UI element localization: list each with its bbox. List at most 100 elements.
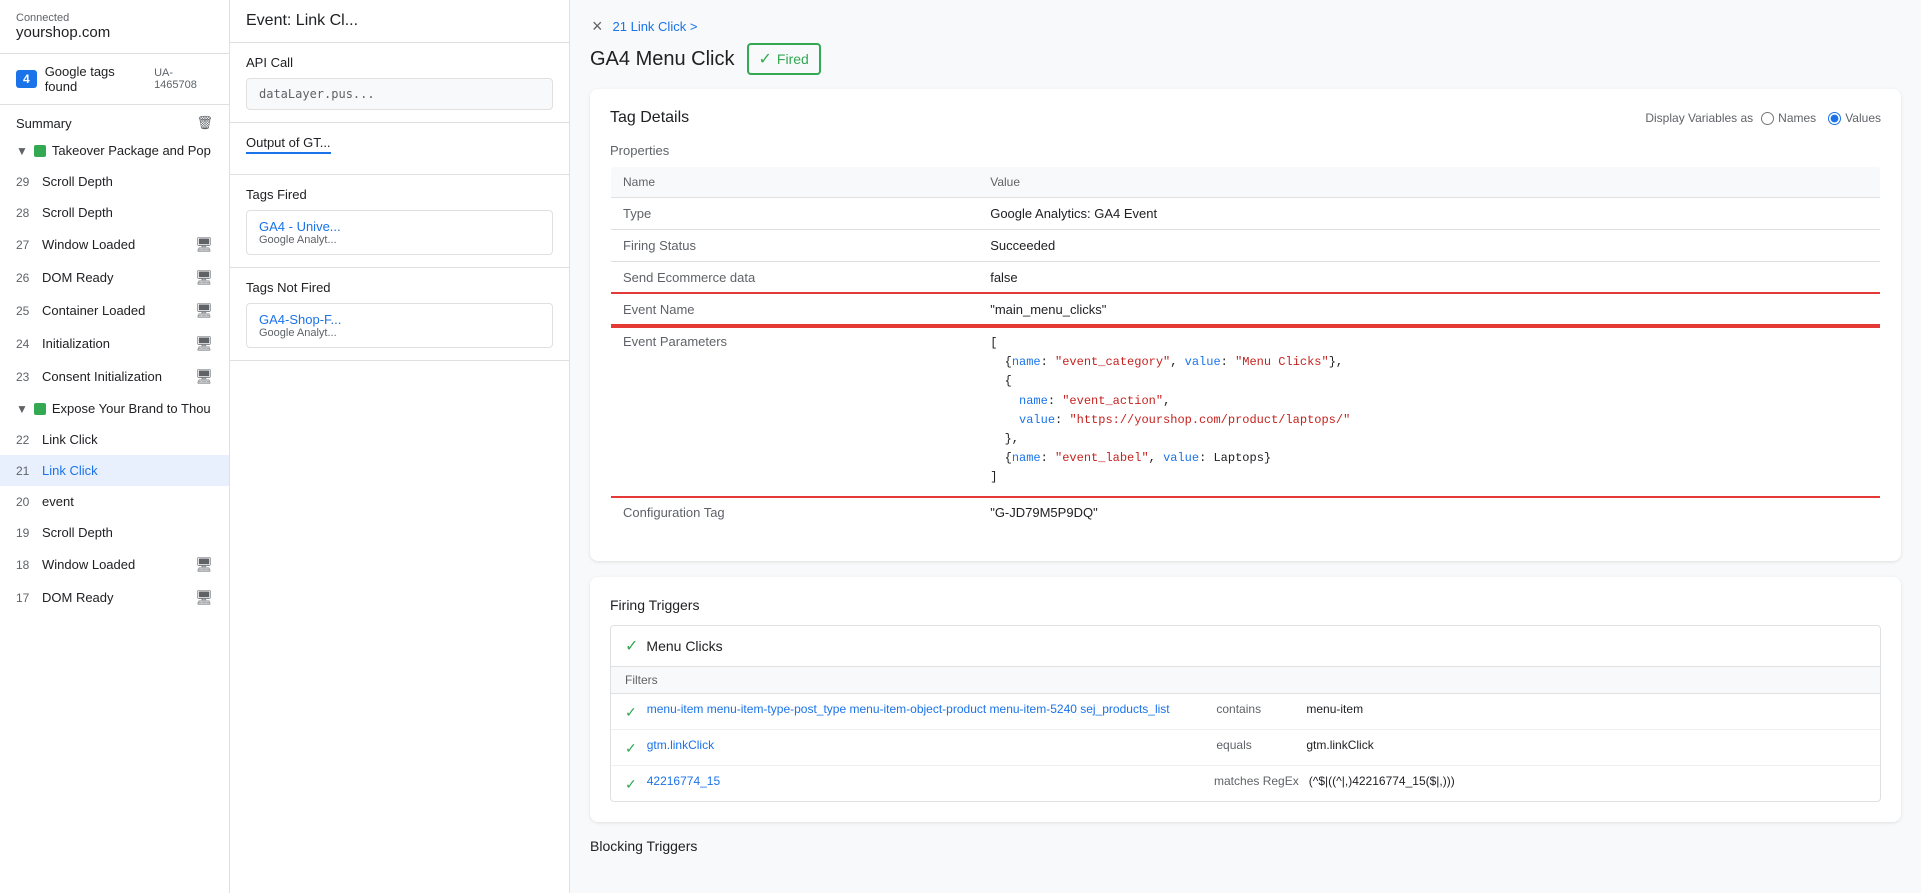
item-label: DOM Ready bbox=[42, 590, 189, 605]
section-takeover-label: Takeover Package and Pop bbox=[52, 143, 213, 158]
names-radio-label[interactable]: Names bbox=[1761, 111, 1816, 125]
sidebar-item-25[interactable]: 25 Container Loaded 🖥 bbox=[0, 294, 229, 327]
prop-value-ecommerce: false bbox=[978, 262, 1880, 294]
blocking-triggers-title: Blocking Triggers bbox=[570, 838, 1921, 854]
filter-operator-2: equals bbox=[1216, 738, 1296, 752]
col-name-header: Name bbox=[611, 167, 979, 198]
sidebar-item-29[interactable]: 29 Scroll Depth bbox=[0, 166, 229, 197]
trigger-header: ✓ Menu Clicks bbox=[611, 626, 1880, 667]
sidebar-item-17[interactable]: 17 DOM Ready 🖥 bbox=[0, 581, 229, 614]
trigger-name: Menu Clicks bbox=[646, 638, 722, 654]
sidebar-item-28[interactable]: 28 Scroll Depth bbox=[0, 197, 229, 228]
values-radio[interactable] bbox=[1828, 112, 1841, 125]
summary-label: Summary bbox=[16, 116, 72, 131]
prop-name-event-name: Event Name bbox=[611, 294, 979, 326]
output-section: Output of GT... bbox=[230, 123, 569, 175]
filter-value-2: gtm.linkClick bbox=[647, 738, 1207, 752]
event-title: Event: Link Cl... bbox=[246, 12, 553, 30]
sidebar-item-22[interactable]: 22 Link Click bbox=[0, 424, 229, 455]
sidebar-item-18[interactable]: 18 Window Loaded 🖥 bbox=[0, 548, 229, 581]
values-label: Values bbox=[1845, 111, 1881, 125]
prop-value-config-tag: "G-JD79M5P9DQ" bbox=[978, 496, 1880, 528]
trash-icon[interactable]: 🗑 bbox=[196, 115, 213, 131]
tag-details-card: Tag Details Display Variables as Names V… bbox=[590, 89, 1901, 561]
api-call-value: dataLayer.pus... bbox=[246, 78, 553, 110]
filters-label: Filters bbox=[611, 667, 1880, 694]
item-label: Consent Initialization bbox=[42, 369, 189, 384]
sidebar-header: Connected yourshop.com bbox=[0, 0, 229, 54]
table-row-ecommerce: Send Ecommerce data false bbox=[611, 262, 1881, 294]
tags-found-bar: 4 Google tags found UA-1465708 bbox=[0, 54, 229, 105]
item-label: Scroll Depth bbox=[42, 205, 213, 220]
section-expose[interactable]: ▼ Expose Your Brand to Thou bbox=[0, 393, 229, 424]
sidebar-item-20[interactable]: 20 event bbox=[0, 486, 229, 517]
item-label: Container Loaded bbox=[42, 303, 189, 318]
monitor-icon: 🖥 bbox=[195, 335, 213, 352]
tag-item-ga4-shop[interactable]: GA4-Shop-F... Google Analyt... bbox=[246, 303, 553, 348]
trigger-check-icon: ✓ bbox=[625, 636, 638, 656]
fired-label: Fired bbox=[777, 51, 809, 67]
item-num: 23 bbox=[16, 370, 36, 384]
filter-row-1: ✓ menu-item menu-item-type-post_type men… bbox=[611, 694, 1880, 730]
tag-details-title: Tag Details bbox=[610, 109, 689, 127]
item-label: event bbox=[42, 494, 213, 509]
item-num: 27 bbox=[16, 238, 36, 252]
monitor-icon: 🖥 bbox=[195, 368, 213, 385]
filter-match-3: (^$|((^|,)42216774_15($|,))) bbox=[1309, 774, 1866, 788]
section-takeover[interactable]: ▼ Takeover Package and Pop bbox=[0, 135, 229, 166]
table-row-type: Type Google Analytics: GA4 Event bbox=[611, 198, 1881, 230]
names-label: Names bbox=[1778, 111, 1816, 125]
properties-table: Name Value Type Google Analytics: GA4 Ev… bbox=[610, 166, 1881, 529]
tags-fired-section: Tags Fired GA4 - Unive... Google Analyt.… bbox=[230, 175, 569, 268]
item-num: 22 bbox=[16, 433, 36, 447]
table-row-firing: Firing Status Succeeded bbox=[611, 230, 1881, 262]
sidebar-item-21[interactable]: 21 Link Click bbox=[0, 455, 229, 486]
filter-operator-3: matches RegEx bbox=[1214, 774, 1299, 788]
output-underline-label: Output of GT... bbox=[246, 135, 331, 154]
domain-text: yourshop.com bbox=[16, 24, 213, 41]
filter-row-2: ✓ gtm.linkClick equals gtm.linkClick bbox=[611, 730, 1880, 766]
tags-not-fired-label: Tags Not Fired bbox=[246, 280, 553, 295]
sidebar-item-23[interactable]: 23 Consent Initialization 🖥 bbox=[0, 360, 229, 393]
filter-match-2: gtm.linkClick bbox=[1306, 738, 1866, 752]
detail-title-row: GA4 Menu Click ✓ Fired bbox=[570, 43, 1921, 89]
prop-value-firing: Succeeded bbox=[978, 230, 1880, 262]
close-button[interactable]: × bbox=[590, 14, 605, 39]
properties-section: Properties Name Value Type Google Analyt… bbox=[610, 143, 1881, 529]
sidebar-item-24[interactable]: 24 Initialization 🖥 bbox=[0, 327, 229, 360]
api-call-label: API Call bbox=[246, 55, 553, 70]
summary-header: Summary 🗑 bbox=[0, 105, 229, 135]
detail-title: GA4 Menu Click bbox=[590, 48, 735, 71]
tag-item-ga4-unive[interactable]: GA4 - Unive... Google Analyt... bbox=[246, 210, 553, 255]
monitor-icon: 🖥 bbox=[195, 269, 213, 286]
values-radio-label[interactable]: Values bbox=[1828, 111, 1881, 125]
prop-value-event-params: [ {name: "event_category", value: "Menu … bbox=[978, 326, 1880, 497]
radio-group: Names Values bbox=[1761, 111, 1881, 125]
names-radio[interactable] bbox=[1761, 112, 1774, 125]
monitor-icon: 🖥 bbox=[195, 589, 213, 606]
item-num: 17 bbox=[16, 591, 36, 605]
item-num: 18 bbox=[16, 558, 36, 572]
connected-label: Connected bbox=[16, 12, 213, 24]
filter-row-3: ✓ 42216774_15 matches RegEx (^$|((^|,)42… bbox=[611, 766, 1880, 801]
prop-value-type: Google Analytics: GA4 Event bbox=[978, 198, 1880, 230]
prop-name-type: Type bbox=[611, 198, 979, 230]
properties-label: Properties bbox=[610, 143, 1881, 158]
item-label: DOM Ready bbox=[42, 270, 189, 285]
tags-badge: 4 bbox=[16, 70, 37, 88]
table-row-config-tag: Configuration Tag "G-JD79M5P9DQ" bbox=[611, 496, 1881, 528]
item-label: Window Loaded bbox=[42, 557, 189, 572]
tag-name: GA4-Shop-F... bbox=[259, 312, 540, 327]
item-num: 25 bbox=[16, 304, 36, 318]
section-color-indicator bbox=[34, 403, 46, 415]
filter-check-icon-2: ✓ bbox=[625, 738, 637, 757]
sidebar-item-19[interactable]: 19 Scroll Depth bbox=[0, 517, 229, 548]
sidebar-item-27[interactable]: 27 Window Loaded 🖥 bbox=[0, 228, 229, 261]
fired-check-icon: ✓ bbox=[759, 49, 772, 69]
item-num: 28 bbox=[16, 206, 36, 220]
tags-not-fired-list: GA4-Shop-F... Google Analyt... bbox=[246, 303, 553, 348]
item-num: 26 bbox=[16, 271, 36, 285]
detail-panel: × 21 Link Click > GA4 Menu Click ✓ Fired… bbox=[570, 0, 1921, 893]
item-label: Initialization bbox=[42, 336, 189, 351]
sidebar-item-26[interactable]: 26 DOM Ready 🖥 bbox=[0, 261, 229, 294]
